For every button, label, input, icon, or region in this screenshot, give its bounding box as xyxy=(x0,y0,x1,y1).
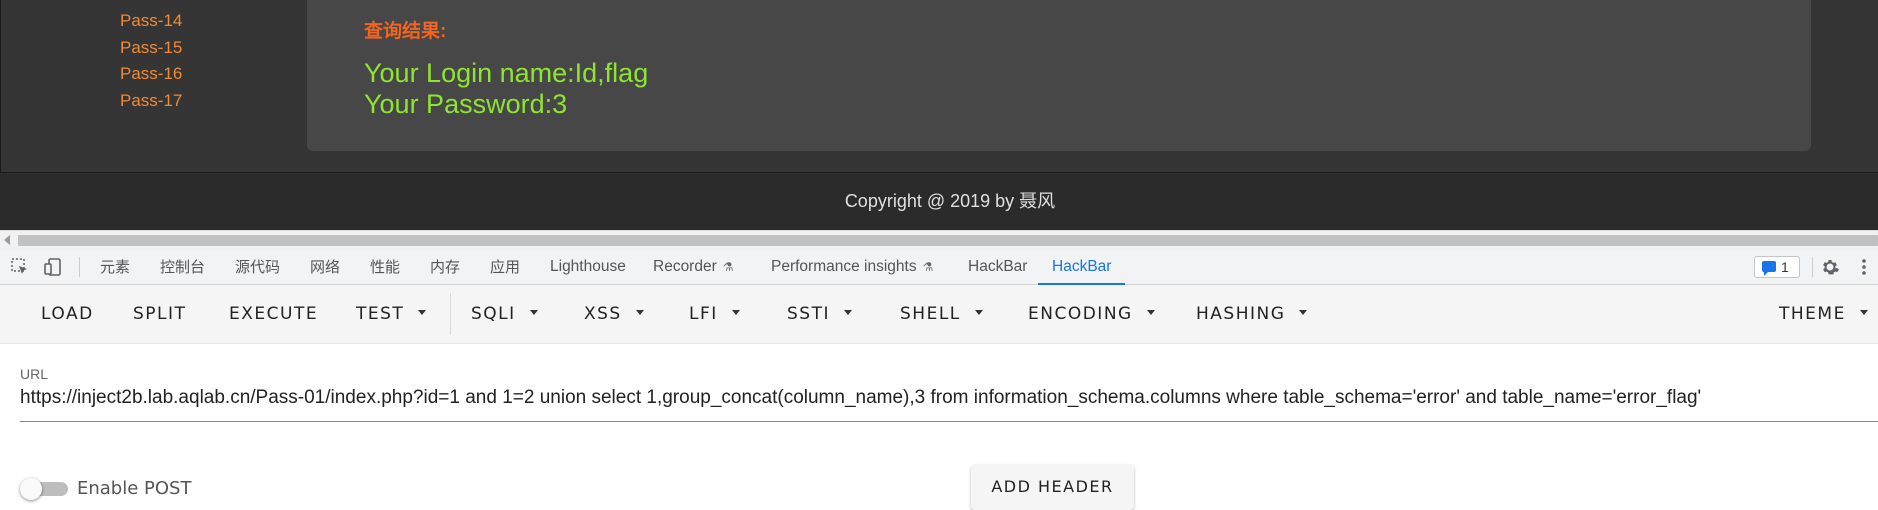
pass-list: Pass-14 Pass-15 Pass-16 Pass-17 xyxy=(120,10,182,116)
tab-network[interactable]: 网络 xyxy=(310,249,340,285)
shell-menu-label: SHELL xyxy=(900,304,961,324)
toolbar-separator xyxy=(1812,257,1813,277)
devtools-tab-bar: 元素 控制台 源代码 网络 性能 内存 应用 Lighthouse Record… xyxy=(0,249,1878,285)
theme-menu-label: THEME xyxy=(1779,304,1846,324)
tab-hackbar[interactable]: HackBar xyxy=(968,249,1027,285)
tab-memory[interactable]: 内存 xyxy=(430,249,460,285)
flask-icon: ⚗ xyxy=(722,260,734,274)
sqli-menu-label: SQLI xyxy=(471,304,516,324)
hackbar-body: URL https://inject2b.lab.aqlab.cn/Pass-0… xyxy=(0,344,1878,510)
ssti-menu[interactable]: SSTI xyxy=(787,285,852,344)
lfi-menu-label: LFI xyxy=(689,304,718,324)
tab-hackbar-active[interactable]: HackBar xyxy=(1038,249,1126,285)
test-menu-label: TEST xyxy=(356,304,405,324)
theme-menu[interactable]: THEME xyxy=(1779,285,1868,344)
tab-performance[interactable]: 性能 xyxy=(370,249,400,285)
caret-down-icon xyxy=(1146,310,1155,315)
tab-elements[interactable]: 元素 xyxy=(100,249,130,285)
pass-link-16[interactable]: Pass-16 xyxy=(120,63,182,90)
toolbar-separator xyxy=(79,257,80,277)
webpage-viewport: Pass-14 Pass-15 Pass-16 Pass-17 查询结果: Yo… xyxy=(0,0,1878,230)
page-content: Pass-14 Pass-15 Pass-16 Pass-17 查询结果: Yo… xyxy=(0,0,1878,173)
scrollbar-thumb[interactable] xyxy=(18,235,1878,246)
split-button[interactable]: SPLIT xyxy=(133,285,186,344)
password-result: Your Password:3 xyxy=(364,89,568,119)
xss-menu[interactable]: XSS xyxy=(584,285,644,344)
url-input[interactable]: https://inject2b.lab.aqlab.cn/Pass-01/in… xyxy=(20,386,1878,422)
tab-lighthouse[interactable]: Lighthouse xyxy=(550,249,626,285)
xss-menu-label: XSS xyxy=(584,304,622,324)
tab-recorder[interactable]: Recorder ⚗ xyxy=(653,249,734,285)
hashing-menu-label: HASHING xyxy=(1196,304,1286,324)
lfi-menu[interactable]: LFI xyxy=(689,285,740,344)
enable-post-toggle[interactable] xyxy=(20,478,68,500)
login-name-result: Your Login name:Id,flag xyxy=(364,58,649,88)
pass-link-17[interactable]: Pass-17 xyxy=(120,90,182,117)
ssti-menu-label: SSTI xyxy=(787,304,830,324)
load-button[interactable]: LOAD xyxy=(41,285,94,344)
pass-link-15[interactable]: Pass-15 xyxy=(120,37,182,64)
toggle-knob xyxy=(20,478,42,500)
caret-down-icon xyxy=(843,310,852,315)
test-menu[interactable]: TEST xyxy=(356,285,427,344)
caret-down-icon xyxy=(1859,310,1868,315)
hackbar-menu: LOAD SPLIT EXECUTE TEST SQLI XSS LFI SST… xyxy=(0,285,1878,344)
kebab-menu-icon[interactable] xyxy=(1858,257,1870,277)
device-toggle-icon[interactable] xyxy=(43,257,63,277)
result-panel: 查询结果: Your Login name:Id,flag Your Passw… xyxy=(307,0,1811,151)
caret-down-icon xyxy=(529,310,538,315)
caret-down-icon xyxy=(1299,310,1308,315)
result-title: 查询结果: xyxy=(364,21,447,42)
url-label: URL xyxy=(20,366,49,382)
caret-down-icon xyxy=(635,310,644,315)
caret-down-icon xyxy=(731,310,740,315)
tab-performance-insights-label: Performance insights xyxy=(771,258,917,275)
sqli-menu[interactable]: SQLI xyxy=(471,285,538,344)
encoding-menu-label: ENCODING xyxy=(1028,304,1133,324)
tab-sources[interactable]: 源代码 xyxy=(235,249,280,285)
scroll-left-arrow-icon[interactable] xyxy=(4,235,10,245)
hashing-menu[interactable]: HASHING xyxy=(1196,285,1308,344)
copyright-footer: Copyright @ 2019 by 聂风 xyxy=(0,174,1878,230)
tab-console[interactable]: 控制台 xyxy=(160,249,205,285)
issues-count: 1 xyxy=(1781,259,1789,275)
message-icon xyxy=(1762,261,1776,276)
inspect-element-icon[interactable] xyxy=(10,257,30,277)
gear-icon[interactable] xyxy=(1820,257,1840,277)
horizontal-scrollbar[interactable] xyxy=(0,230,1878,249)
flask-icon: ⚗ xyxy=(922,260,934,274)
execute-button[interactable]: EXECUTE xyxy=(229,285,318,344)
enable-post-label: Enable POST xyxy=(77,478,192,499)
caret-down-icon xyxy=(974,310,983,315)
add-header-button[interactable]: ADD HEADER xyxy=(971,464,1134,510)
tab-performance-insights[interactable]: Performance insights ⚗ xyxy=(771,249,933,285)
encoding-menu[interactable]: ENCODING xyxy=(1028,285,1155,344)
pass-link-14[interactable]: Pass-14 xyxy=(120,10,182,37)
menu-divider xyxy=(450,293,451,335)
shell-menu[interactable]: SHELL xyxy=(900,285,983,344)
tab-recorder-label: Recorder xyxy=(653,258,717,275)
issues-badge[interactable]: 1 xyxy=(1754,256,1800,278)
tab-application[interactable]: 应用 xyxy=(490,249,520,285)
caret-down-icon xyxy=(418,310,427,315)
